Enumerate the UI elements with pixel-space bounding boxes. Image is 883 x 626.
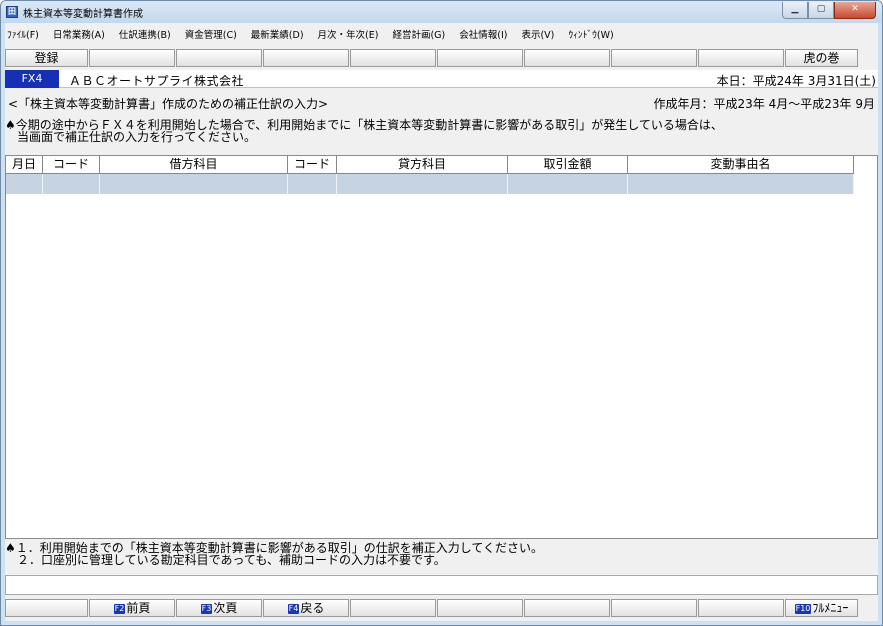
f3-key-icon: F3 [200, 604, 213, 614]
f4-key-icon: F4 [287, 604, 300, 614]
window-title: 株主資本等変動計算書作成 [23, 9, 143, 20]
notice-line-2: 当画面で補正仕訳の入力を行ってください。 [5, 130, 257, 144]
fkey-f6[interactable] [437, 599, 523, 617]
col-change-reason: 変動事由名 [628, 156, 854, 173]
menu-business-plan[interactable]: 経営計画(G) [385, 27, 452, 41]
cell-credit-code[interactable] [288, 174, 337, 194]
fkey-f1[interactable] [5, 599, 88, 617]
company-bar: FX4 ＡＢＣオートサプライ株式会社 本日：平成24年 3月31日(土) [5, 70, 878, 88]
col-debit-code: コード [43, 156, 100, 173]
maximize-button[interactable]: ▢ [808, 2, 834, 19]
toolbar-key-7[interactable] [524, 49, 610, 67]
f10-key-icon: F10 [794, 604, 812, 614]
fkey-f5[interactable] [350, 599, 436, 617]
journal-grid: 月日 コード 借方科目 コード 貸方科目 取引金額 変動事由名 [5, 155, 878, 539]
toolbar-key-3[interactable] [176, 49, 262, 67]
next-page-label: 次頁 [213, 601, 238, 615]
menu-company-info[interactable]: 会社情報(I) [452, 27, 514, 41]
app-icon: 田 [6, 6, 18, 18]
f2-key-icon: F2 [113, 604, 126, 614]
col-credit-code: コード [288, 156, 337, 173]
menu-bar: ﾌｧｲﾙ(F) 日常業務(A) 仕訳連携(B) 資金管理(C) 最新業績(D) … [5, 25, 878, 43]
col-credit-account: 貸方科目 [337, 156, 508, 173]
toolbar-key-6[interactable] [437, 49, 523, 67]
window-controls: ▁ ▢ ✕ [782, 2, 876, 20]
fkey-f8[interactable] [611, 599, 697, 617]
menu-view[interactable]: 表示(V) [514, 27, 561, 41]
grid-header: 月日 コード 借方科目 コード 貸方科目 取引金額 変動事由名 [6, 156, 854, 174]
company-name: ＡＢＣオートサプライ株式会社 [69, 74, 245, 88]
page-title: <「株主資本等変動計算書」作成のための補正仕訳の入力> [8, 97, 329, 111]
toolbar-key-2[interactable] [89, 49, 175, 67]
menu-journal-link[interactable]: 仕訳連携(B) [112, 27, 178, 41]
toolbar-key-4[interactable] [263, 49, 349, 67]
fkey-f9[interactable] [698, 599, 784, 617]
prev-page-button[interactable]: F2 前頁 [89, 599, 175, 617]
minimize-button[interactable]: ▁ [782, 2, 808, 19]
cell-debit-code[interactable] [43, 174, 100, 194]
cell-amount[interactable] [508, 174, 628, 194]
cell-credit-account[interactable] [337, 174, 508, 194]
col-date: 月日 [6, 156, 43, 173]
menu-latest-results[interactable]: 最新業績(D) [244, 27, 311, 41]
full-menu-button[interactable]: F10 ﾌﾙﾒﾆｭｰ [785, 599, 858, 617]
notice: ♠今期の途中からＦＸ４を利用開始した場合で、利用開始までに「株主資本等変動計算書… [5, 119, 723, 143]
today-date: 本日：平成24年 3月31日(土) [716, 74, 876, 88]
creation-period: 作成年月：平成23年 4月～平成23年 9月 [653, 97, 875, 111]
next-page-button[interactable]: F3 次頁 [176, 599, 262, 617]
fx4-badge: FX4 [5, 70, 59, 88]
message-input[interactable] [5, 575, 878, 595]
menu-daily-tasks[interactable]: 日常業務(A) [46, 27, 112, 41]
footer-notes: ♠１．利用開始までの「株主資本等変動計算書に影響がある取引」の仕訳を補正入力して… [5, 542, 543, 566]
menu-file[interactable]: ﾌｧｲﾙ(F) [5, 27, 46, 41]
fkey-f7[interactable] [524, 599, 610, 617]
menu-window[interactable]: ｳｨﾝﾄﾞｳ(W) [561, 27, 620, 41]
menu-monthly-annual[interactable]: 月次・年次(E) [311, 27, 386, 41]
tora-no-maki-button[interactable]: 虎の巻 [785, 49, 858, 67]
close-button[interactable]: ✕ [834, 2, 876, 19]
menu-funds[interactable]: 資金管理(C) [178, 27, 244, 41]
back-label: 戻る [300, 601, 325, 615]
cell-debit-account[interactable] [100, 174, 288, 194]
function-key-toolbar: 登録 虎の巻 [5, 49, 878, 69]
prev-page-label: 前頁 [126, 601, 151, 615]
col-amount: 取引金額 [508, 156, 628, 173]
toolbar-key-5[interactable] [350, 49, 436, 67]
title-bar[interactable]: 田 株主資本等変動計算書作成 ▁ ▢ ✕ [1, 1, 882, 23]
toolbar-key-8[interactable] [611, 49, 697, 67]
full-menu-label: ﾌﾙﾒﾆｭｰ [812, 601, 849, 615]
col-debit-account: 借方科目 [100, 156, 288, 173]
toolbar-key-9[interactable] [698, 49, 784, 67]
back-button[interactable]: F4 戻る [263, 599, 349, 617]
app-window: 田 株主資本等変動計算書作成 ▁ ▢ ✕ ﾌｧｲﾙ(F) 日常業務(A) 仕訳連… [0, 0, 883, 626]
cell-date[interactable] [6, 174, 43, 194]
cell-change-reason[interactable] [628, 174, 854, 194]
footer-note-2: ２．口座別に管理している勘定科目であっても、補助コードの入力は不要です。 [5, 553, 446, 567]
table-row[interactable] [6, 174, 854, 194]
register-button[interactable]: 登録 [5, 49, 88, 67]
function-key-bar: F2 前頁 F3 次頁 F4 戻る F10 ﾌﾙﾒﾆｭｰ [5, 599, 878, 619]
client-area: ﾌｧｲﾙ(F) 日常業務(A) 仕訳連携(B) 資金管理(C) 最新業績(D) … [5, 23, 878, 621]
